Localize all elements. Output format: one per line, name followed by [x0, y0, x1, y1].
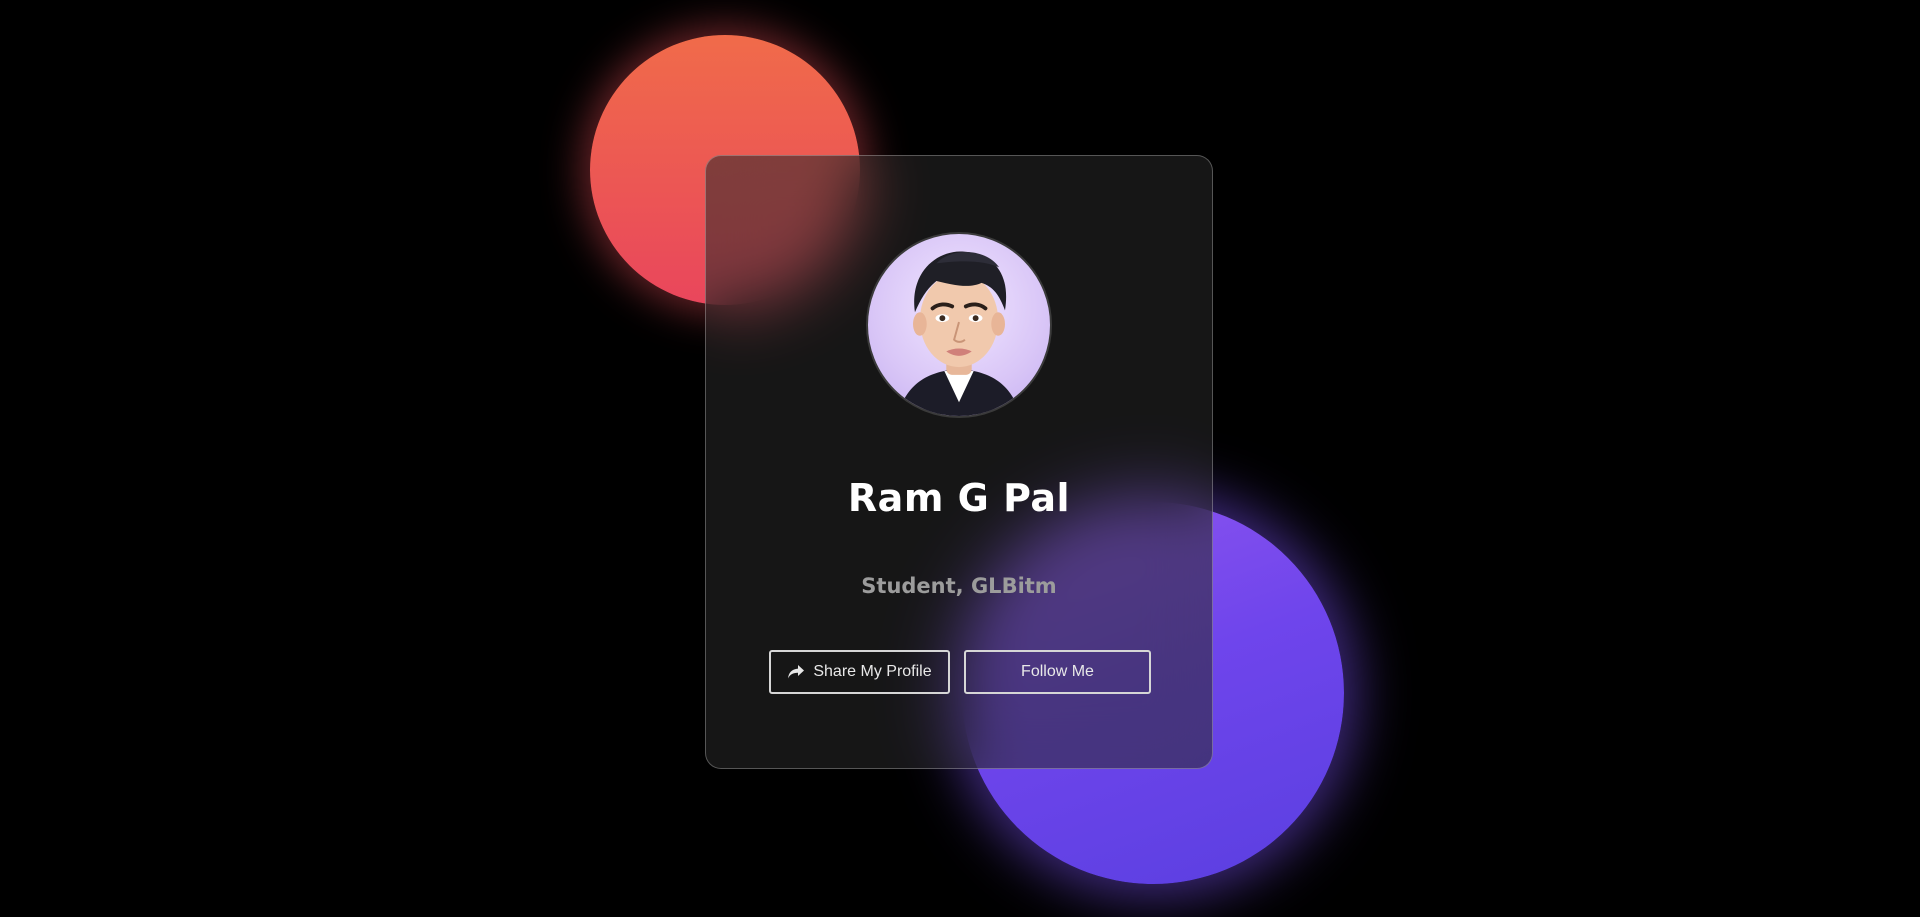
profile-name: Ram G Pal	[847, 476, 1071, 520]
share-arrow-icon	[787, 664, 805, 680]
share-profile-label: Share My Profile	[813, 663, 932, 680]
share-profile-button[interactable]: Share My Profile	[769, 650, 950, 694]
avatar-portrait-icon	[897, 251, 1021, 416]
profile-role: Student, GLBitm	[861, 574, 1057, 598]
follow-me-label: Follow Me	[1021, 663, 1094, 680]
follow-me-button[interactable]: Follow Me	[964, 650, 1151, 694]
page-background: Ram G Pal Student, GLBitm Share My Profi…	[0, 0, 1920, 917]
profile-card: Ram G Pal Student, GLBitm Share My Profi…	[705, 155, 1213, 769]
profile-avatar	[866, 232, 1052, 418]
